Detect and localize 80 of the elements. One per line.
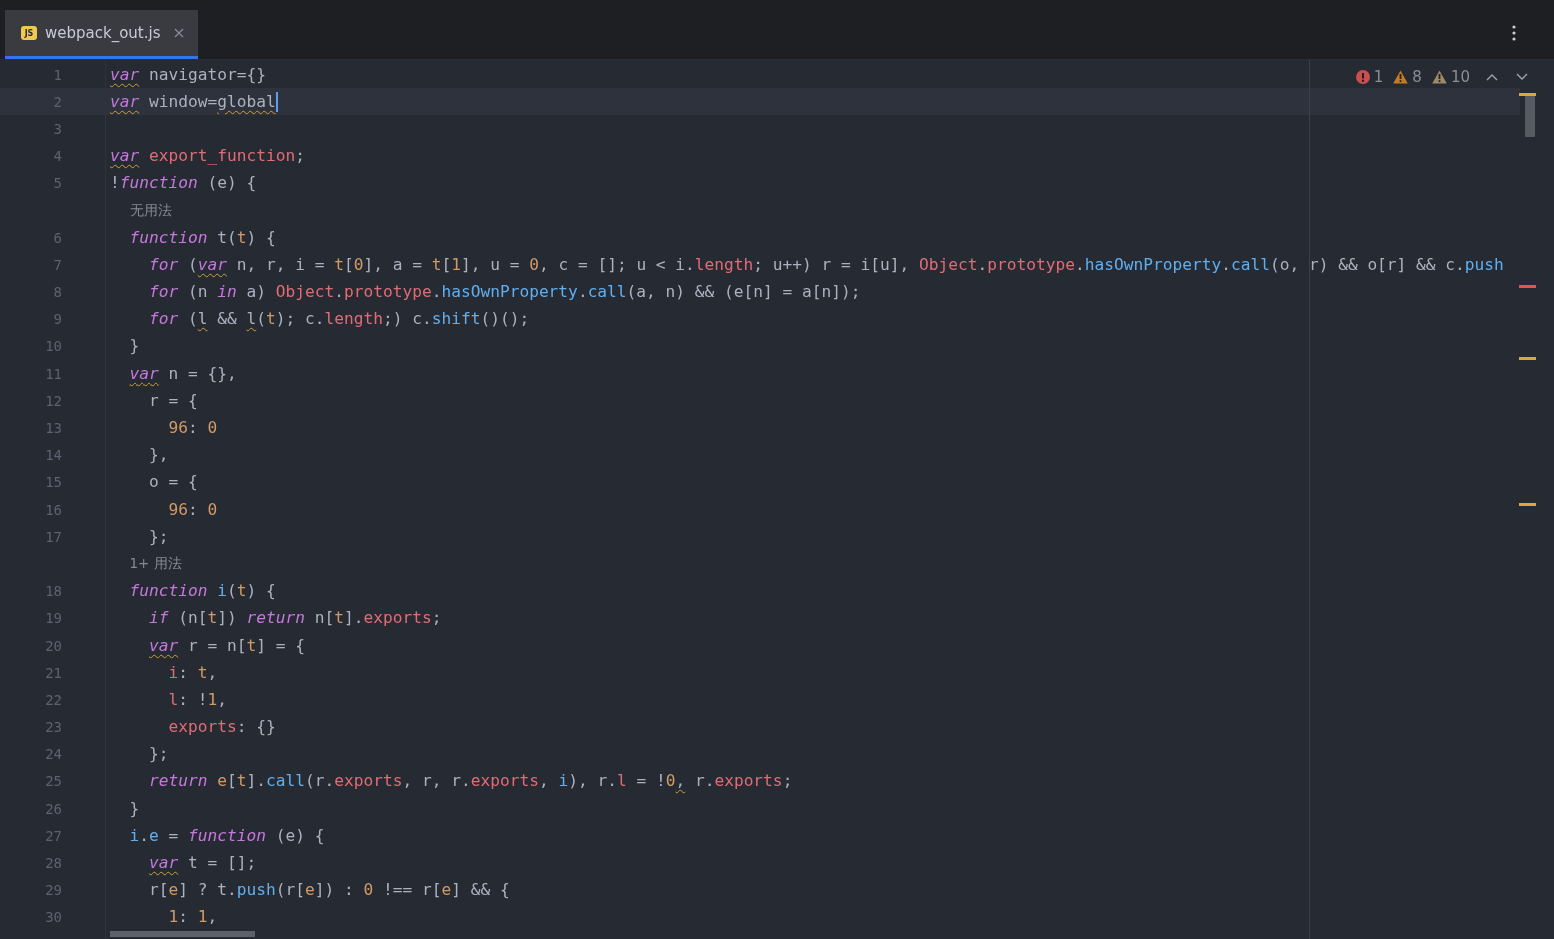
code-line: }; xyxy=(149,745,169,764)
warning-icon[interactable] xyxy=(1393,70,1409,84)
line-number: 11 xyxy=(44,365,62,382)
line-number: 10 xyxy=(44,338,62,355)
code-line: i: t, xyxy=(168,663,218,682)
code-line: var r = n[t] = { xyxy=(149,636,305,655)
usage-hint[interactable]: 1+ 用法 xyxy=(129,554,182,573)
code-line: r[e] ? t.push(r[e]) : 0 !== r[e] && { xyxy=(149,881,510,900)
code-line: r = { xyxy=(149,391,198,410)
chevron-up-icon[interactable] xyxy=(1486,73,1498,81)
line-number: 24 xyxy=(44,746,62,763)
scroll-marker[interactable] xyxy=(1519,285,1536,288)
line-number: 4 xyxy=(52,148,62,165)
code-line: var n = {}, xyxy=(129,364,237,383)
code-line: var window=global xyxy=(110,92,276,111)
code-line: }, xyxy=(149,446,169,465)
line-number: 13 xyxy=(44,420,62,437)
code-line: var navigator={} xyxy=(110,65,266,84)
code-line: } xyxy=(129,799,140,818)
code-line: var t = []; xyxy=(149,854,257,873)
usage-hint[interactable]: 无用法 xyxy=(129,201,172,220)
line-number: 25 xyxy=(44,773,62,790)
line-number: 16 xyxy=(44,501,62,518)
scroll-marker[interactable] xyxy=(1519,503,1536,506)
line-number: 7 xyxy=(52,256,62,273)
code-line: var export_function; xyxy=(110,147,305,166)
file-type-icon: JS xyxy=(21,26,37,40)
code-line: for (l && l(t); c.length;) c.shift()(); xyxy=(149,310,530,329)
code-line: function t(t) { xyxy=(129,228,276,247)
code-line: if (n[t]) return n[t].exports; xyxy=(149,609,442,628)
line-number: 1 xyxy=(52,66,62,83)
line-number: 5 xyxy=(52,175,62,192)
more-menu-icon[interactable] xyxy=(1512,25,1516,41)
line-number: 8 xyxy=(52,284,62,301)
scrollbar-thumb[interactable] xyxy=(1525,95,1535,137)
line-number: 17 xyxy=(44,528,62,545)
code-line: 96: 0 xyxy=(168,500,218,519)
problem-count[interactable]: 8 xyxy=(1412,68,1422,86)
line-number: 3 xyxy=(52,120,62,137)
code-line: function i(t) { xyxy=(129,582,276,601)
problem-count[interactable]: 1 xyxy=(1373,68,1384,86)
code-line: }; xyxy=(149,527,169,546)
line-number: 18 xyxy=(44,583,62,600)
line-number: 14 xyxy=(44,447,62,464)
scroll-marker[interactable] xyxy=(1519,357,1536,360)
code-line: 1: 1, xyxy=(168,908,218,927)
line-number: 30 xyxy=(44,909,62,926)
line-number: 27 xyxy=(44,827,62,844)
code-line: 96: 0 xyxy=(168,419,218,438)
line-number: 22 xyxy=(44,691,62,708)
line-number: 23 xyxy=(44,719,62,736)
tab-label: webpack_out.js xyxy=(45,24,161,42)
close-icon[interactable] xyxy=(174,28,185,38)
horizontal-scrollbar[interactable] xyxy=(110,931,255,937)
line-number: 28 xyxy=(44,855,62,872)
code-line: } xyxy=(129,337,140,356)
line-number: 9 xyxy=(52,311,62,328)
error-icon[interactable] xyxy=(1355,70,1370,84)
code-line: exports: {} xyxy=(168,718,276,737)
line-number: 29 xyxy=(44,882,62,899)
code-line: !function (e) { xyxy=(110,174,257,193)
problem-count[interactable]: 10 xyxy=(1450,68,1470,86)
line-number: 19 xyxy=(44,610,62,627)
line-number: 6 xyxy=(52,229,62,246)
editor-tab[interactable]: JS webpack_out.js xyxy=(5,10,199,59)
code-line: return e[t].call(r.exports, r, r.exports, i), r.l = !0, r.exports; xyxy=(149,772,793,791)
code-line: for (var n, r, i = t[0], a = t[1], u = 0, c = []; u < i.length; u++) r = i[u], Object.prototype.hasOwnProperty.call(o, r) && o[r] && c.push xyxy=(149,255,1504,274)
line-number: 26 xyxy=(44,800,62,817)
code-line: l: !1, xyxy=(168,690,227,709)
text-cursor xyxy=(275,91,278,112)
code-line: i.e = function (e) { xyxy=(129,826,325,845)
scroll-marker[interactable] xyxy=(1519,93,1536,96)
line-number: 15 xyxy=(44,474,62,491)
line-number: 21 xyxy=(44,664,62,681)
code-line: for (n in a) Object.prototype.hasOwnProperty.call(a, n) && (e[n] = a[n]); xyxy=(149,283,861,302)
line-number: 20 xyxy=(44,637,62,654)
warning-icon[interactable] xyxy=(1431,70,1447,84)
line-number: 12 xyxy=(44,392,62,409)
chevron-down-icon[interactable] xyxy=(1516,73,1528,81)
code-line: o = { xyxy=(149,473,198,492)
